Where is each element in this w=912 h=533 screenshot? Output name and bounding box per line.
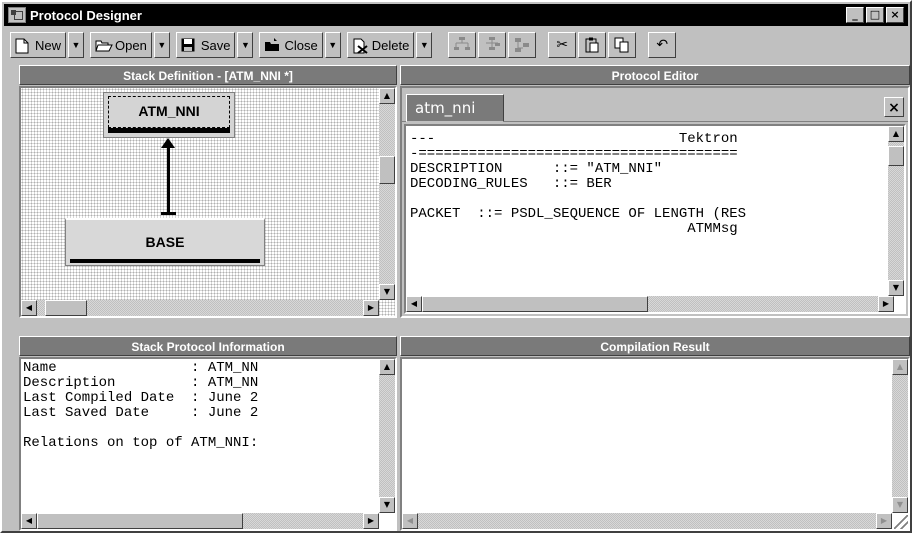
open-button[interactable]: Open	[90, 32, 152, 58]
delete-document-icon	[352, 38, 368, 54]
scroll-down-button[interactable]: ▼	[888, 280, 904, 296]
stack-branch-icon[interactable]	[478, 32, 507, 58]
open-folder-icon	[95, 38, 113, 52]
scroll-right-button[interactable]: ▶	[876, 513, 892, 529]
stack-info-vscroll[interactable]: ▲ ▼	[379, 359, 395, 513]
scroll-up-button[interactable]: ▲	[892, 359, 908, 375]
code-text[interactable]: --- Tektron -===========================…	[410, 132, 746, 237]
stack-definition-canvas[interactable]: ATM_NNI BASE ▲ ▼ ◀ ▶	[19, 86, 397, 318]
delete-button-label: Delete	[371, 37, 410, 53]
scroll-left-button[interactable]: ◀	[402, 513, 418, 529]
new-button[interactable]: New	[10, 32, 67, 58]
stack-info-text: Name : ATM_NN Description : ATM_NN Last …	[23, 360, 259, 451]
save-button-label: Save	[200, 37, 231, 53]
paste-icon[interactable]	[578, 32, 607, 58]
delete-dropdown-button[interactable]: ▼	[416, 32, 433, 58]
scroll-down-button[interactable]: ▼	[379, 284, 395, 300]
stack-definition-hscroll[interactable]: ◀ ▶	[21, 300, 379, 316]
copy-icon[interactable]	[608, 32, 637, 58]
relation-line[interactable]	[167, 146, 170, 214]
caption-buttons: _ □ ×	[846, 7, 904, 23]
cut-icon[interactable]: ✂	[548, 32, 577, 58]
stack-info-header: Stack Protocol Information	[19, 336, 397, 356]
new-document-icon	[15, 38, 31, 54]
scroll-right-button[interactable]: ▶	[363, 513, 379, 529]
scroll-left-button[interactable]: ◀	[406, 296, 422, 312]
scroll-down-button[interactable]: ▼	[379, 497, 395, 513]
editor-hscroll[interactable]: ◀ ▶	[406, 296, 894, 312]
close-tab-icon[interactable]: ×	[884, 97, 904, 117]
app-icon[interactable]	[8, 7, 26, 23]
floppy-disk-icon	[181, 38, 197, 52]
scroll-up-button[interactable]: ▲	[888, 126, 904, 142]
compilation-result-header: Compilation Result	[400, 336, 910, 356]
protocol-designer-window: Protocol Designer _ □ × New ▼ Open ▼ Sav	[0, 0, 912, 533]
save-dropdown-button[interactable]: ▼	[237, 32, 254, 58]
save-button[interactable]: Save	[175, 32, 236, 58]
scroll-right-button[interactable]: ▶	[363, 300, 379, 316]
minimize-button[interactable]: _	[846, 7, 864, 23]
scroll-down-button[interactable]: ▼	[892, 497, 908, 513]
close-folder-icon	[264, 38, 280, 52]
undo-icon[interactable]: ↶	[648, 32, 677, 58]
delete-button[interactable]: Delete	[346, 32, 415, 58]
open-button-label: Open	[115, 37, 147, 53]
close-window-button[interactable]: ×	[886, 7, 904, 23]
stack-definition-vscroll[interactable]: ▲ ▼	[379, 88, 395, 300]
stack-tree-icon[interactable]	[448, 32, 477, 58]
resize-grip[interactable]	[894, 515, 908, 529]
scroll-left-button[interactable]: ◀	[21, 300, 37, 316]
stack-definition-header: Stack Definition - [ATM_NNI *]	[19, 65, 397, 85]
stack-node-atm-nni[interactable]: ATM_NNI	[103, 92, 235, 138]
open-dropdown-button[interactable]: ▼	[153, 32, 170, 58]
new-dropdown-button[interactable]: ▼	[68, 32, 85, 58]
compilation-vscroll[interactable]: ▲ ▼	[892, 359, 908, 513]
protocol-editor-header: Protocol Editor	[400, 65, 910, 85]
close-dropdown-button[interactable]: ▼	[324, 32, 341, 58]
stack-node-label: ATM_NNI	[138, 103, 200, 119]
maximize-button[interactable]: □	[866, 7, 884, 23]
stack-node-label: BASE	[145, 234, 185, 250]
scroll-thumb[interactable]	[422, 296, 648, 312]
compilation-result-panel[interactable]: ▲ ▼ ◀ ▶	[400, 357, 910, 531]
dropdown-arrow-icon: ▼	[419, 40, 429, 50]
scroll-thumb[interactable]	[379, 156, 395, 184]
stack-compile-icon[interactable]	[508, 32, 537, 58]
close-button[interactable]: Close	[259, 32, 323, 58]
protocol-editor: atm_nni × --- Tektron -=================…	[400, 86, 910, 318]
window-title: Protocol Designer	[30, 7, 142, 23]
close-button-label: Close	[284, 37, 318, 53]
code-editor-area[interactable]: --- Tektron -===========================…	[404, 124, 906, 314]
node-bar	[70, 259, 260, 263]
title-bar[interactable]: Protocol Designer _ □ ×	[4, 4, 908, 26]
dropdown-arrow-icon: ▼	[157, 40, 167, 50]
scroll-up-button[interactable]: ▲	[379, 88, 395, 104]
scroll-right-button[interactable]: ▶	[878, 296, 894, 312]
relation-foot	[161, 212, 176, 215]
compilation-hscroll[interactable]: ◀ ▶	[402, 513, 892, 529]
tab-atm-nni[interactable]: atm_nni	[406, 94, 504, 122]
dropdown-arrow-icon: ▼	[328, 40, 338, 50]
scroll-left-button[interactable]: ◀	[21, 513, 37, 529]
stack-info-hscroll[interactable]: ◀ ▶	[21, 513, 379, 529]
toolbar: New ▼ Open ▼ Save ▼ Close ▼ Delete ▼ ✂ ↶	[4, 29, 908, 61]
node-bar	[108, 128, 230, 133]
dropdown-arrow-icon: ▼	[241, 40, 250, 50]
dropdown-arrow-icon: ▼	[71, 40, 81, 50]
stack-node-base[interactable]: BASE	[65, 218, 265, 266]
new-button-label: New	[35, 37, 62, 53]
stack-info-panel[interactable]: Name : ATM_NN Description : ATM_NN Last …	[19, 357, 397, 531]
editor-vscroll[interactable]: ▲ ▼	[888, 126, 904, 296]
scroll-thumb[interactable]	[37, 513, 243, 529]
editor-tab-strip: atm_nni ×	[402, 88, 908, 122]
scroll-up-button[interactable]: ▲	[379, 359, 395, 375]
scroll-thumb[interactable]	[45, 300, 87, 316]
scroll-thumb[interactable]	[888, 146, 904, 166]
